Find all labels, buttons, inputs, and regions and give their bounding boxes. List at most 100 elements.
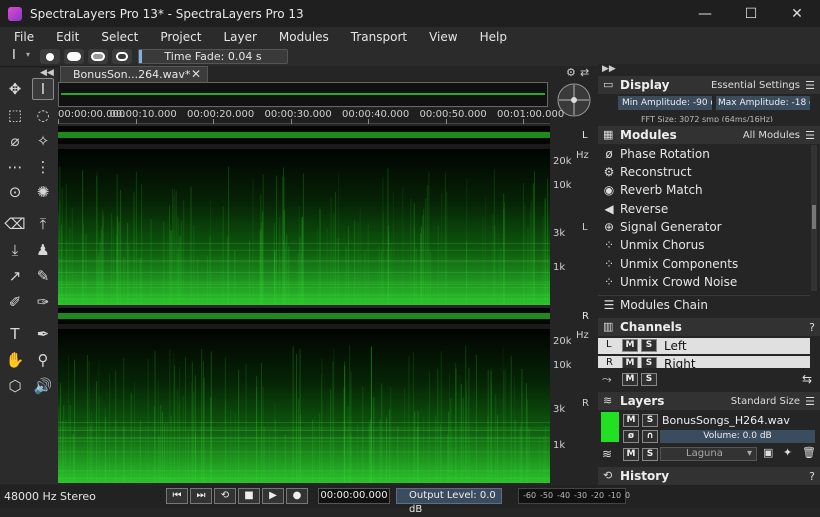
amplify-tool-icon[interactable]: ⤒ <box>32 213 54 235</box>
phase-invert-button[interactable]: ø <box>623 430 639 443</box>
module-item-unmix-chorus[interactable]: ⁘ Unmix Chorus <box>598 236 810 254</box>
layer-volume-slider[interactable]: Volume: 0.0 dB <box>660 430 815 443</box>
speaker-tool-icon[interactable]: 🔊 <box>32 375 54 397</box>
route-icon[interactable]: ⤳ <box>602 372 612 387</box>
menu-file[interactable]: File <box>0 30 45 44</box>
noise-select-tool-icon[interactable]: ✺ <box>32 181 54 203</box>
module-item-reconstruct[interactable]: ⚙ Reconstruct <box>598 163 810 181</box>
play-button[interactable]: ▶ <box>262 488 284 504</box>
collapse-panel-icon[interactable]: ◀◀ <box>40 68 54 78</box>
new-layer-icon[interactable]: ▣ <box>763 446 773 459</box>
modules-scrollbar[interactable] <box>811 145 817 291</box>
close-tab-icon[interactable]: ✕ <box>191 67 201 82</box>
menu-transport[interactable]: Transport <box>340 30 418 44</box>
menu-view[interactable]: View <box>418 30 468 44</box>
mute-button[interactable]: M <box>622 357 638 368</box>
solo-button[interactable]: S <box>641 339 657 352</box>
layer-link-button[interactable]: ∩ <box>642 430 658 443</box>
menu-help[interactable]: Help <box>469 30 518 44</box>
magic-wand-tool-icon[interactable]: ✧ <box>32 130 54 152</box>
modules-panel-header[interactable]: ▦ Modules All Modules ☰ <box>598 126 820 144</box>
maximize-button[interactable]: ☐ <box>728 0 774 27</box>
menu-project[interactable]: Project <box>149 30 212 44</box>
frequency-select-tool-icon[interactable]: ⋮ <box>32 156 54 178</box>
history-help-icon[interactable]: ? <box>809 470 815 483</box>
channels-panel-header[interactable]: ▥ Channels ? <box>598 318 820 336</box>
layers-solo-all-button[interactable]: S <box>642 448 658 461</box>
chevron-down-icon[interactable]: ▾ <box>26 50 30 59</box>
module-item-signal-generator[interactable]: ⊕ Signal Generator <box>598 218 810 236</box>
layers-mute-all-button[interactable]: M <box>623 448 639 461</box>
modules-chain-button[interactable]: ☰ Modules Chain <box>598 295 810 313</box>
max-amplitude-slider[interactable]: Max Amplitude: -18 dB <box>716 96 810 110</box>
modules-menu-icon[interactable]: ☰ <box>805 129 815 142</box>
min-amplitude-slider[interactable]: Min Amplitude: -90 dB <box>618 96 712 110</box>
menu-modules[interactable]: Modules <box>268 30 340 44</box>
expand-panel-icon[interactable]: ▶▶ <box>602 64 616 74</box>
harmonic-select-tool-icon[interactable]: ⋯ <box>4 156 26 178</box>
brush-round-large-button[interactable] <box>64 49 84 64</box>
solo-button[interactable]: S <box>641 357 657 368</box>
brush-select-tool-icon[interactable]: ⌀ <box>4 130 26 152</box>
attenuate-tool-icon[interactable]: ⤓ <box>4 239 26 261</box>
record-button[interactable]: ● <box>286 488 308 504</box>
minimize-button[interactable]: — <box>682 0 728 27</box>
cursor-tool-icon[interactable]: I <box>12 48 16 63</box>
display-menu-icon[interactable]: ☰ <box>805 79 815 92</box>
history-panel-header[interactable]: ⟲ History ? <box>598 467 820 485</box>
layer-mute-button[interactable]: M <box>623 414 639 427</box>
spectrogram-right[interactable] <box>58 329 550 483</box>
layer-solo-button[interactable]: S <box>642 414 658 427</box>
brush-round-small-button[interactable] <box>40 49 60 64</box>
help-icon[interactable]: ? <box>809 321 815 334</box>
rect-select-tool-icon[interactable]: ⬚ <box>4 104 26 126</box>
module-item-unmix-components[interactable]: ⁘ Unmix Components <box>598 255 810 273</box>
menu-select[interactable]: Select <box>90 30 149 44</box>
layer-size-select[interactable]: Standard Size <box>731 396 800 407</box>
waveform-left[interactable] <box>58 126 550 144</box>
unmix-layer-icon[interactable]: ✦ <box>783 446 792 459</box>
eraser-tool-icon[interactable]: ⌫ <box>4 213 26 235</box>
time-fade-field[interactable]: Time Fade: 0.04 s <box>138 49 288 64</box>
pencil-tool-icon[interactable]: ✐ <box>4 291 26 313</box>
pen-tool-icon[interactable]: ✎ <box>32 265 54 287</box>
text-tool-icon[interactable]: T <box>4 323 26 345</box>
module-item-reverb-match[interactable]: ◉ Reverb Match <box>598 181 810 199</box>
layers-menu-icon[interactable]: ☰ <box>805 395 815 408</box>
brush-soft-button[interactable] <box>88 49 108 64</box>
blend-mode-select[interactable]: Laguna ▾ <box>660 447 757 461</box>
module-item-unmix-crowd-noise[interactable]: ⁘ Unmix Crowd Noise <box>598 273 810 291</box>
3d-view-tool-icon[interactable]: ⬡ <box>4 375 26 397</box>
menu-edit[interactable]: Edit <box>45 30 90 44</box>
module-item-phase-rotation[interactable]: ø Phase Rotation <box>598 145 810 163</box>
document-tab[interactable]: BonusSon...264.wav* ✕ <box>60 66 208 82</box>
time-ruler[interactable]: 00:00:00.000 00:00:10.000 00:00:20.000 00:0… <box>58 108 564 124</box>
module-item-reverse[interactable]: ◀ Reverse <box>598 200 810 218</box>
channel-row-left[interactable]: L M S Left <box>598 338 810 354</box>
display-preset-select[interactable]: Essential Settings <box>711 80 800 91</box>
display-panel-header[interactable]: ▭ Display Essential Settings ☰ <box>598 76 820 94</box>
layer-thumbnail[interactable] <box>601 412 619 442</box>
menu-layer[interactable]: Layer <box>212 30 267 44</box>
move-tool-icon[interactable]: ✥ <box>4 78 26 100</box>
brush-hollow-button[interactable] <box>112 49 132 64</box>
mute-button[interactable]: M <box>622 339 638 352</box>
close-window-button[interactable]: ✕ <box>774 0 820 27</box>
clone-stamp-tool-icon[interactable]: ♟ <box>32 239 54 261</box>
stop-button[interactable]: ■ <box>238 488 260 504</box>
shuffle-icon[interactable]: ⇆ <box>802 372 812 386</box>
settings-gear-icon[interactable]: ⚙ <box>566 66 576 79</box>
output-level-slider[interactable]: Output Level: 0.0 dB <box>396 488 502 515</box>
hand-tool-icon[interactable]: ✋ <box>4 349 26 371</box>
overview-waveform[interactable] <box>58 82 548 107</box>
go-to-end-button[interactable]: ⏭ <box>190 488 212 504</box>
delete-layer-icon[interactable]: 🗑 <box>802 446 816 459</box>
spray-tool-icon[interactable]: ✑ <box>32 291 54 313</box>
transient-select-tool-icon[interactable]: ⊙ <box>4 181 26 203</box>
layers-panel-header[interactable]: ≋ Layers Standard Size ☰ <box>598 392 820 410</box>
channels-mute-all-button[interactable]: M <box>622 373 638 386</box>
spectrogram-left[interactable] <box>58 149 550 305</box>
zoom-tool-icon[interactable]: ⚲ <box>32 349 54 371</box>
time-select-tool-icon[interactable]: I <box>32 78 54 100</box>
time-display[interactable]: 00:00:00.000 <box>318 488 390 504</box>
